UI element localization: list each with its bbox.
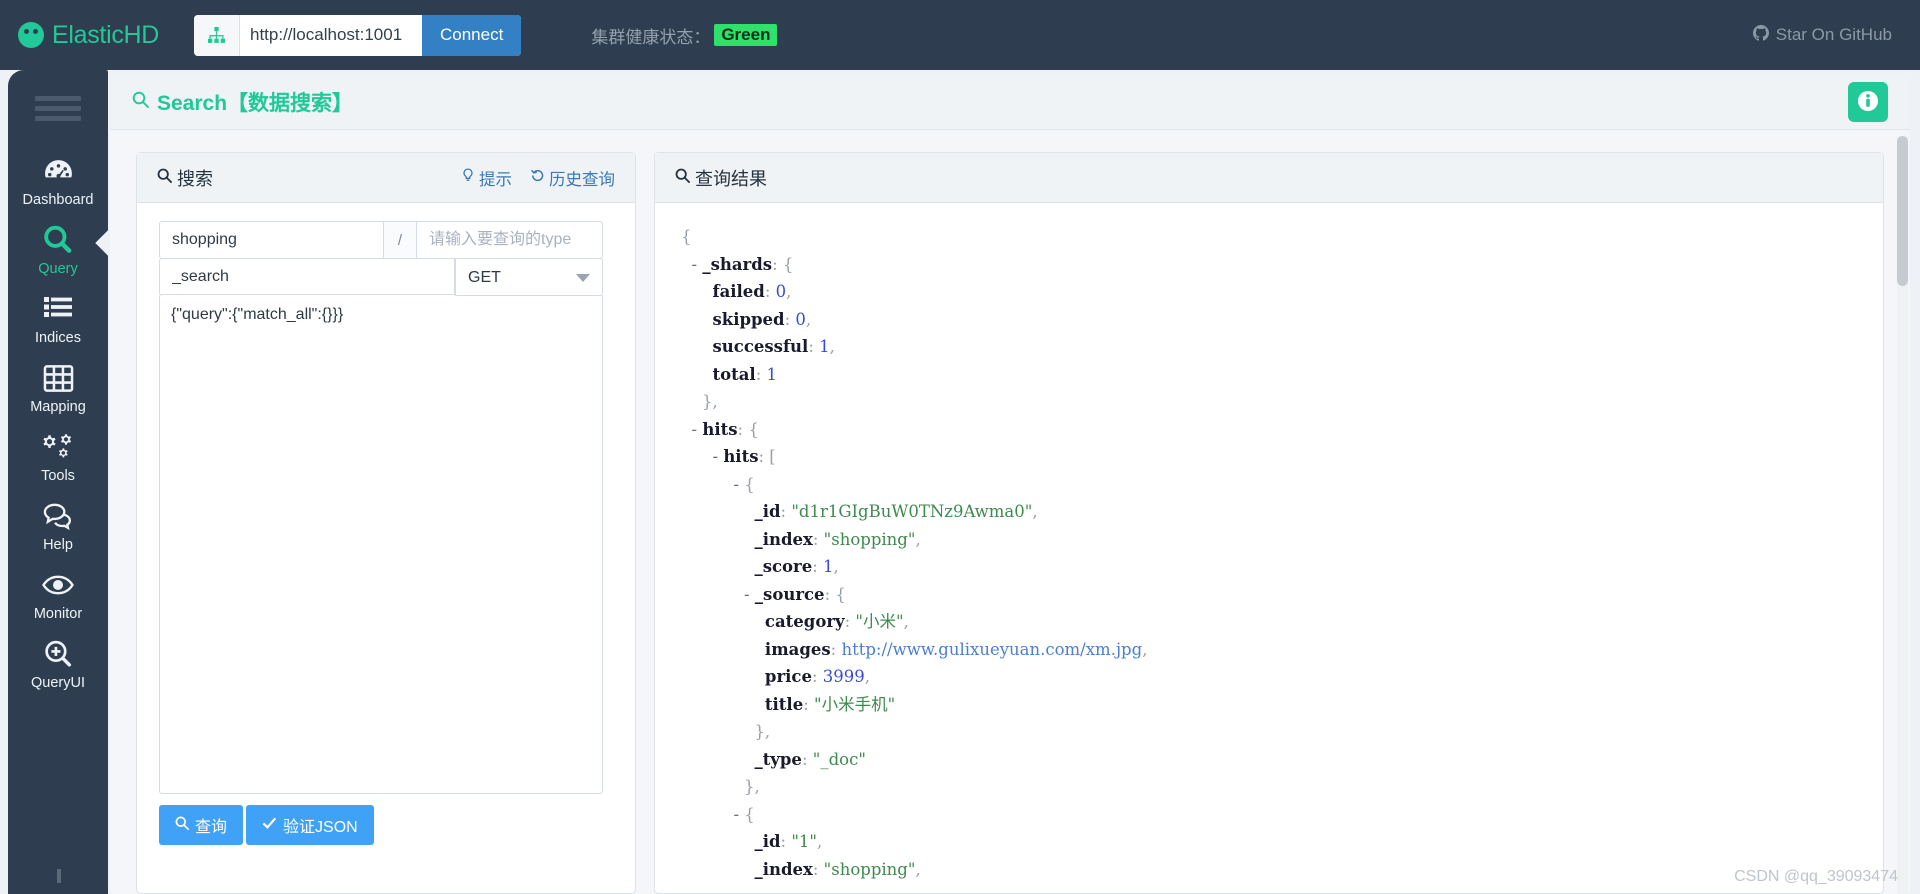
sidebar-item-label: QueryUI [31, 675, 85, 691]
speedometer-icon [18, 22, 44, 48]
result-panel-header: 查询结果 [655, 153, 1883, 203]
brand-logo[interactable]: ElasticHD [18, 21, 168, 50]
execute-query-label: 查询 [195, 819, 228, 836]
sidebar-item-label: Help [43, 537, 73, 553]
page-title-text: Search【数据搜索】 [157, 91, 354, 115]
tips-button[interactable]: 提示 [461, 166, 512, 190]
index-type-row: / [159, 221, 613, 259]
json-result-viewer[interactable]: { - _shards: { failed: 0, skipped: 0, su… [655, 203, 1883, 893]
search-icon [132, 90, 149, 114]
http-method-wrapper: GET [455, 258, 603, 296]
path-separator: / [384, 221, 416, 259]
sidebar-item-label: Mapping [30, 399, 86, 415]
search-icon [157, 167, 172, 188]
sidebar: Dashboard Query Indices Mapping Tools He… [8, 70, 108, 894]
search-panel-header: 搜索 提示 历史查询 [137, 153, 635, 203]
result-panel-title-text: 查询结果 [695, 168, 767, 189]
path-method-row: GET [159, 258, 613, 296]
sidebar-footer-icon [52, 869, 66, 894]
sidebar-item-help[interactable]: Help [8, 492, 108, 561]
search-magnifier-icon [40, 222, 76, 258]
search-icon [175, 816, 189, 835]
connection-group: Connect [194, 14, 522, 56]
cluster-health-value: Green [714, 24, 778, 46]
github-icon [1752, 24, 1769, 46]
cluster-health-status: 集群健康状态： Green [591, 23, 778, 48]
search-form: / GET [137, 203, 635, 893]
star-on-github-link[interactable]: Star On GitHub [1752, 24, 1892, 46]
http-method-select[interactable]: GET [455, 258, 603, 296]
result-panel: 查询结果 { - _shards: { failed: 0, skipped: … [654, 152, 1884, 894]
search-panel-actions: 提示 历史查询 [461, 166, 615, 190]
eye-icon [40, 567, 76, 603]
main-scrollbar[interactable] [1897, 136, 1908, 894]
validate-json-label: 验证JSON [283, 819, 358, 836]
sidebar-item-tools[interactable]: Tools [8, 423, 108, 492]
dashboard-gauge-icon [40, 153, 76, 189]
info-circle-icon [1857, 90, 1879, 115]
gears-icon [40, 429, 76, 465]
sitemap-icon [194, 14, 240, 56]
hamburger-icon[interactable] [35, 96, 81, 121]
magnifier-plus-icon [40, 636, 76, 672]
connect-button[interactable]: Connect [422, 14, 522, 56]
chat-bubbles-icon [40, 498, 76, 534]
search-icon [675, 167, 690, 188]
list-indices-icon [40, 291, 76, 327]
search-panel-title: 搜索 [157, 165, 213, 191]
sidebar-item-label: Indices [35, 330, 81, 346]
info-button[interactable] [1848, 82, 1888, 122]
main-content: Search【数据搜索】 搜索 提示 历史查询 shopping / 请输入要查… [110, 74, 1910, 894]
sidebar-item-queryui[interactable]: QueryUI [8, 630, 108, 699]
query-dsl-textarea[interactable] [159, 294, 603, 794]
history-undo-icon [530, 168, 545, 188]
history-label: 历史查询 [549, 170, 615, 189]
sidebar-item-label: Monitor [33, 606, 83, 622]
sidebar-item-dashboard[interactable]: Dashboard [8, 147, 108, 216]
cluster-health-label: 集群健康状态： [591, 27, 711, 47]
sidebar-item-label: Query [38, 261, 78, 277]
result-panel-title: 查询结果 [675, 165, 767, 191]
page-title: Search【数据搜索】 [132, 87, 353, 117]
endpoint-input[interactable] [159, 258, 455, 296]
cluster-url-input[interactable] [240, 14, 422, 56]
scrollbar-thumb[interactable] [1897, 136, 1908, 286]
search-panel: 搜索 提示 历史查询 shopping / 请输入要查询的type _searc… [136, 152, 636, 894]
search-action-buttons: 查询 验证JSON [159, 805, 613, 845]
table-grid-icon [40, 360, 76, 396]
page-header: Search【数据搜索】 [110, 74, 1910, 130]
check-icon [262, 816, 277, 835]
watermark: CSDN @qq_39093474 [1734, 868, 1898, 885]
top-bar: ElasticHD Connect 集群健康状态： Green [0, 0, 1920, 70]
sidebar-item-monitor[interactable]: Monitor [8, 561, 108, 630]
index-input[interactable] [159, 221, 384, 259]
brand-name: ElasticHD [52, 20, 160, 49]
sidebar-item-indices[interactable]: Indices [8, 285, 108, 354]
tips-label: 提示 [479, 170, 512, 189]
history-button[interactable]: 历史查询 [530, 166, 615, 190]
sidebar-item-mapping[interactable]: Mapping [8, 354, 108, 423]
validate-json-button[interactable]: 验证JSON [246, 805, 374, 845]
github-link-label: Star On GitHub [1775, 25, 1892, 44]
sidebar-item-label: Tools [41, 468, 75, 484]
execute-query-button[interactable]: 查询 [159, 805, 244, 845]
content-body: 搜索 提示 历史查询 shopping / 请输入要查询的type _searc… [110, 130, 1910, 894]
sidebar-item-query[interactable]: Query [8, 216, 108, 285]
lightbulb-icon [461, 167, 475, 188]
search-panel-title-text: 搜索 [177, 168, 213, 189]
sidebar-item-label: Dashboard [22, 192, 94, 208]
type-input[interactable] [416, 221, 603, 259]
